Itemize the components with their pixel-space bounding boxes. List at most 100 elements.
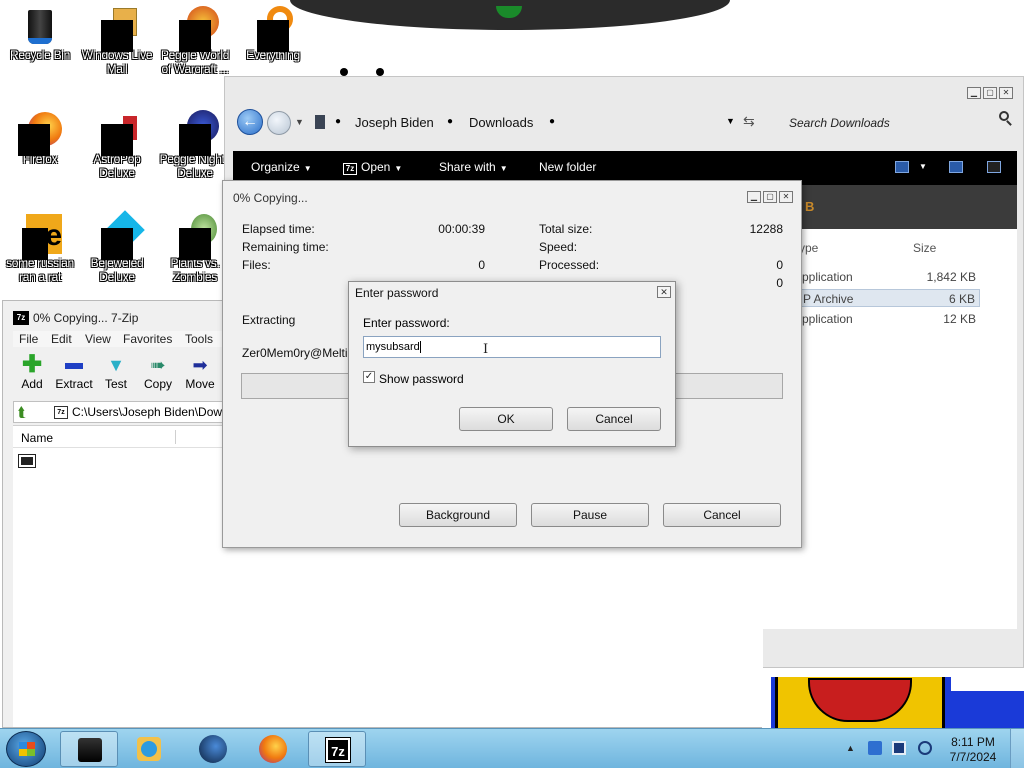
organize-menu[interactable]: Organize ▼: [251, 160, 312, 174]
breadcrumb-item[interactable]: Joseph Biden: [355, 115, 434, 130]
maximize-button[interactable]: ▢: [983, 87, 997, 99]
banner-text: B: [805, 199, 815, 214]
file-size: 6 KB: [948, 292, 975, 306]
taskbar-7zip[interactable]: 7z: [308, 731, 366, 767]
open-button[interactable]: 7z Open ▼: [343, 160, 402, 175]
action-center-icon[interactable]: [868, 741, 882, 755]
show-hidden-icons-icon[interactable]: ▲: [846, 743, 855, 753]
desktop-icon-label: Recycle Bin: [9, 48, 71, 62]
minimize-button[interactable]: ▁: [747, 191, 761, 203]
media-player-icon: [137, 737, 161, 761]
image-thumbnail: [771, 677, 1024, 729]
close-button[interactable]: ✕: [657, 286, 671, 298]
test-button[interactable]: ▼ Test: [96, 353, 136, 391]
speed-label: Speed:: [539, 240, 578, 254]
close-button[interactable]: ✕: [779, 191, 793, 203]
share-with-menu[interactable]: Share with ▼: [439, 160, 508, 174]
search-icon[interactable]: [999, 111, 1009, 121]
menu-tools[interactable]: Tools: [185, 332, 213, 346]
breadcrumb-item[interactable]: Downloads: [469, 115, 533, 130]
pause-button[interactable]: Pause: [531, 503, 649, 527]
desktop-icon-peggle-wow[interactable]: Peggle World of Warcraft ...: [155, 2, 235, 76]
clock-time: 8:11 PM: [951, 735, 995, 749]
file-type: P Archive: [803, 292, 854, 306]
show-password-checkbox[interactable]: ✓: [363, 371, 375, 383]
enter-password-dialog[interactable]: Enter password ✕ Enter password: mysubsa…: [348, 281, 676, 447]
taskbar-steam[interactable]: [184, 731, 242, 767]
add-button[interactable]: ✚ Add: [12, 351, 52, 392]
file-row[interactable]: P Archive 6 KB: [798, 289, 980, 307]
volume-icon[interactable]: [918, 741, 932, 755]
cancel-button[interactable]: Cancel: [567, 407, 661, 431]
close-button[interactable]: ✕: [999, 87, 1013, 99]
network-icon[interactable]: [892, 741, 906, 755]
file-row[interactable]: pplication 1,842 KB: [798, 268, 980, 286]
taskbar: 7z ▲ 8:11 PM 7/7/2024: [0, 728, 1024, 768]
background-button[interactable]: Background: [399, 503, 517, 527]
breadcrumb-separator-icon[interactable]: ●: [335, 116, 341, 127]
forward-arrow-icon[interactable]: [267, 111, 291, 135]
custom-e-icon: e: [20, 214, 62, 260]
chevron-down-icon: ▼: [394, 164, 403, 173]
desktop-decoration-dot: [376, 68, 384, 76]
password-value: mysubsard: [366, 341, 420, 353]
cancel-button[interactable]: Cancel: [663, 503, 781, 527]
extract-label: Extract: [55, 377, 93, 391]
maximize-button[interactable]: ▢: [763, 191, 777, 203]
column-header-size[interactable]: Size: [913, 241, 936, 255]
back-arrow-icon[interactable]: ←: [237, 109, 263, 135]
menu-favorites[interactable]: Favorites: [123, 332, 172, 346]
refresh-icon[interactable]: ⇆: [743, 113, 755, 130]
menu-edit[interactable]: Edit: [51, 332, 72, 346]
taskbar-media-player[interactable]: [120, 731, 178, 767]
desktop-icon-recycle-bin[interactable]: Recycle Bin: [0, 2, 80, 62]
breadcrumb-separator-icon[interactable]: ●: [549, 116, 555, 127]
desktop-icon-bejeweled[interactable]: Bejeweled Deluxe: [77, 210, 157, 284]
desktop-icon-custom[interactable]: e some russian ran a rat: [0, 210, 80, 284]
firefox-icon: [259, 735, 287, 763]
help-icon[interactable]: [987, 161, 1001, 173]
plus-icon: ✚: [21, 351, 43, 378]
password-field[interactable]: mysubsard: [363, 336, 661, 358]
file-icon[interactable]: [18, 454, 36, 468]
copy-button[interactable]: ➠ Copy: [138, 353, 178, 391]
desktop-icon-windows-live-mail[interactable]: Windows Live Mail: [77, 2, 157, 76]
dialog-title: 0% Copying...: [233, 191, 308, 205]
up-folder-icon[interactable]: ⮬: [18, 404, 26, 421]
files-label: Files:: [242, 258, 271, 272]
desktop-icon-astropop[interactable]: AstroPop Deluxe: [77, 106, 157, 180]
chevron-down-icon: ▼: [499, 164, 508, 173]
new-folder-button[interactable]: New folder: [539, 160, 596, 174]
move-button[interactable]: ➡ Move: [180, 353, 220, 391]
extract-button[interactable]: Extract: [54, 353, 94, 391]
share-label: Share with: [439, 160, 496, 174]
window-title-text: 0% Copying... 7-Zip: [33, 311, 139, 325]
preview-pane-icon[interactable]: [949, 161, 963, 173]
desktop-icon-label: Peggle Nights Deluxe: [159, 152, 231, 180]
column-header-name[interactable]: Name: [13, 426, 223, 448]
ok-button[interactable]: OK: [459, 407, 553, 431]
show-desktop-button[interactable]: [1010, 729, 1024, 768]
start-button[interactable]: [6, 731, 46, 767]
show-password-label[interactable]: Show password: [379, 372, 464, 386]
view-options-icon[interactable]: [895, 161, 909, 173]
taskbar-explorer[interactable]: [60, 731, 118, 767]
system-clock[interactable]: 8:11 PM 7/7/2024: [940, 735, 1006, 765]
history-dropdown-icon[interactable]: ▼: [295, 117, 304, 127]
chevron-down-icon[interactable]: ▼: [919, 162, 927, 171]
folder-icon: [315, 115, 325, 129]
taskbar-firefox[interactable]: [244, 731, 302, 767]
desktop-icon-label: Peggle World of Warcraft ...: [160, 48, 230, 76]
desktop-icon-peggle-nights[interactable]: Peggle Nights Deluxe: [155, 106, 235, 180]
address-dropdown-icon[interactable]: ▼: [726, 116, 735, 126]
search-input[interactable]: Search Downloads: [781, 113, 1016, 133]
menu-view[interactable]: View: [85, 332, 111, 346]
path-field[interactable]: 7z C:\Users\Joseph Biden\Down: [54, 405, 229, 419]
breadcrumb-separator-icon[interactable]: ●: [447, 116, 453, 127]
copy-label: Copy: [143, 377, 172, 391]
desktop-icon-everything[interactable]: Everything: [233, 2, 313, 62]
desktop-icon-firefox[interactable]: Firefox: [0, 106, 80, 166]
minimize-button[interactable]: ▁: [967, 87, 981, 99]
file-row[interactable]: pplication 12 KB: [798, 310, 980, 328]
menu-file[interactable]: File: [19, 332, 38, 346]
